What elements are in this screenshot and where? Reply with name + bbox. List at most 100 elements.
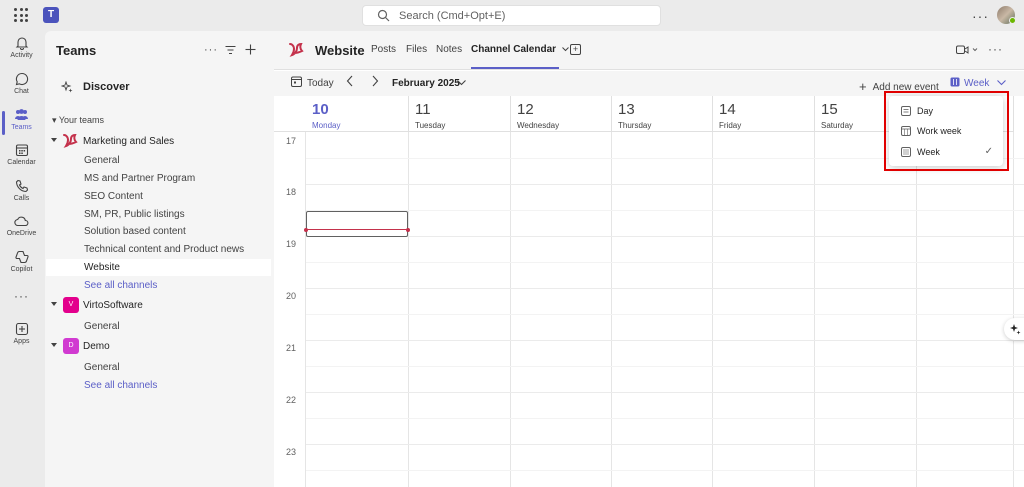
active-tab-indicator <box>471 67 559 69</box>
chat-icon <box>15 72 28 86</box>
channel-seo-content[interactable]: SEO Content <box>46 188 271 205</box>
day-name: Thursday <box>618 121 652 130</box>
rail-chat[interactable]: Chat <box>0 72 43 95</box>
day-number: 11 <box>415 101 431 118</box>
current-time-dot <box>406 227 410 232</box>
header-more-icon[interactable]: ··· <box>988 42 1003 56</box>
chevron-down-icon <box>51 302 57 306</box>
discover-label: Discover <box>83 81 130 93</box>
your-teams-header[interactable]: ▾ Your teams <box>52 115 104 126</box>
sparkle-icon <box>1010 324 1021 335</box>
team-demo[interactable]: D Demo <box>51 338 271 356</box>
day-number: 12 <box>517 101 534 118</box>
discover-button[interactable]: Discover <box>60 80 129 96</box>
team-virtosoftware[interactable]: V VirtoSoftware <box>51 297 271 315</box>
rail-label: Activity <box>10 52 33 59</box>
team-avatar: V <box>63 297 79 313</box>
day-column[interactable] <box>917 132 1014 487</box>
channel-technical-content[interactable]: Technical content and Product news <box>46 241 271 258</box>
channel-general[interactable]: General <box>46 318 271 335</box>
day-header-monday[interactable]: 10 Monday <box>306 96 409 132</box>
day-column[interactable] <box>409 132 511 487</box>
chevron-down-icon[interactable] <box>457 80 466 86</box>
half-hour-line <box>306 366 1024 367</box>
rail-copilot[interactable]: Copilot <box>0 250 43 273</box>
time-gutter <box>274 132 306 487</box>
channel-website[interactable]: Website <box>46 259 271 276</box>
day-header-tuesday[interactable]: 11 Tuesday <box>409 96 511 132</box>
rail-more-apps-icon[interactable]: ··· <box>0 289 43 303</box>
channel-name: Website <box>315 43 365 58</box>
teams-panel: Teams ··· Discover ▾ Your teams Marketin… <box>45 31 274 487</box>
copilot-icon <box>14 250 29 264</box>
day-column[interactable] <box>306 132 409 487</box>
day-name: Tuesday <box>415 121 446 130</box>
today-button[interactable]: Today <box>307 78 334 89</box>
tab-notes[interactable]: Notes <box>436 44 462 55</box>
tab-posts[interactable]: Posts <box>371 44 396 55</box>
rail-activity[interactable]: Activity <box>0 36 43 59</box>
week-view-icon <box>950 77 960 87</box>
title-bar: T ··· <box>0 0 1024 31</box>
day-name: Saturday <box>821 121 854 130</box>
team-logo-icon <box>63 134 78 148</box>
rail-label: Calls <box>13 195 30 202</box>
current-time-line <box>304 227 410 232</box>
calendar-today-icon <box>291 76 302 87</box>
chevron-left-icon[interactable] <box>346 75 354 87</box>
rail-apps[interactable]: Apps <box>0 322 43 345</box>
hour-line <box>306 236 1024 237</box>
current-time-dot <box>304 227 308 232</box>
add-tab-button[interactable]: + <box>570 44 581 55</box>
channel-general[interactable]: General <box>46 359 271 376</box>
apps-icon <box>15 322 28 336</box>
channel-ms-partner-program[interactable]: MS and Partner Program <box>46 170 271 187</box>
day-column[interactable] <box>511 132 612 487</box>
rail-calendar[interactable]: Calendar <box>0 143 43 166</box>
annotation-highlight-box <box>884 91 1009 171</box>
channel-sm-pr-public-listings[interactable]: SM, PR, Public listings <box>46 206 271 223</box>
rail-calls[interactable]: Calls <box>0 179 43 202</box>
phone-icon <box>15 179 28 193</box>
filter-icon[interactable] <box>225 45 236 55</box>
video-call-icon[interactable] <box>956 45 978 55</box>
selected-time-slot[interactable] <box>306 211 408 237</box>
team-marketing-and-sales[interactable]: Marketing and Sales <box>51 133 271 151</box>
tab-channel-calendar[interactable]: Channel Calendar <box>471 44 569 55</box>
see-all-channels-link[interactable]: See all channels <box>46 277 271 294</box>
tab-label: Channel Calendar <box>471 44 557 55</box>
hour-line <box>306 392 1024 393</box>
day-header-thursday[interactable]: 13 Thursday <box>612 96 713 132</box>
half-hour-line <box>306 314 1024 315</box>
copilot-sparkle-button[interactable] <box>1004 318 1024 340</box>
day-number: 14 <box>719 101 736 118</box>
day-name: Monday <box>312 121 341 130</box>
search-box[interactable] <box>362 5 661 26</box>
rail-onedrive[interactable]: OneDrive <box>0 214 43 237</box>
day-column[interactable] <box>612 132 713 487</box>
panel-more-icon[interactable]: ··· <box>204 44 218 56</box>
view-label: Week <box>964 78 990 89</box>
sparkle-icon <box>60 80 73 93</box>
channel-general[interactable]: General <box>46 152 271 169</box>
rail-teams[interactable]: Teams <box>0 108 43 131</box>
team-name: VirtoSoftware <box>83 300 143 311</box>
plus-icon: + <box>859 79 867 94</box>
month-picker[interactable]: February 2025 <box>392 78 460 89</box>
search-input[interactable] <box>399 8 649 24</box>
day-header-wednesday[interactable]: 12 Wednesday <box>511 96 612 132</box>
hour-line <box>306 444 1024 445</box>
day-column[interactable] <box>815 132 917 487</box>
see-all-channels-link[interactable]: See all channels <box>46 377 271 394</box>
app-launcher-icon[interactable] <box>14 8 28 22</box>
channel-solution-based-content[interactable]: Solution based content <box>46 223 271 240</box>
chevron-right-icon[interactable] <box>371 75 379 87</box>
hour-label: 20 <box>286 291 297 301</box>
more-options-icon[interactable]: ··· <box>972 8 989 24</box>
panel-title: Teams <box>56 43 97 58</box>
view-switcher-button[interactable]: Week <box>964 78 1007 89</box>
tab-files[interactable]: Files <box>406 44 427 55</box>
day-column[interactable] <box>713 132 815 487</box>
day-header-friday[interactable]: 14 Friday <box>713 96 815 132</box>
add-icon[interactable] <box>245 44 256 55</box>
